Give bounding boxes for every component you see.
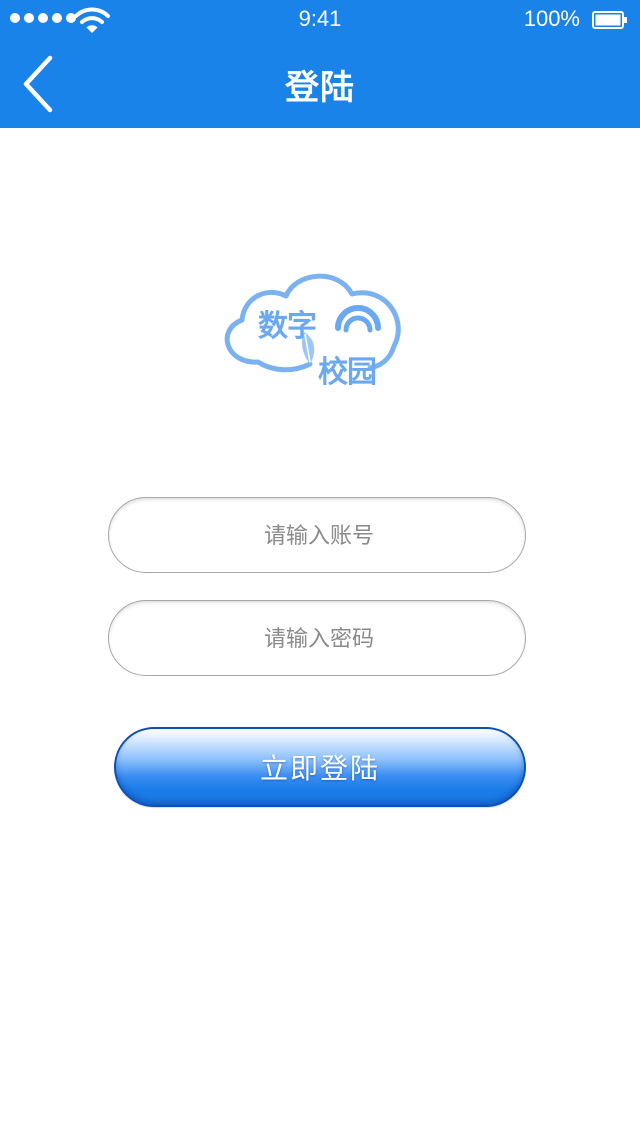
logo-text-line1: 数字	[258, 309, 317, 344]
battery-icon	[592, 11, 627, 29]
account-input[interactable]	[109, 498, 529, 574]
top-bar: 9:41 100% 登陆	[0, 0, 640, 128]
login-button[interactable]: 立即登陆	[114, 727, 526, 807]
app-logo: 数字 校园	[214, 268, 404, 396]
logo-text-line2: 校园	[318, 355, 377, 390]
nav-bar: 登陆	[0, 40, 640, 128]
password-input[interactable]	[109, 601, 529, 677]
status-bar: 9:41 100%	[0, 0, 640, 40]
page-title: 登陆	[285, 68, 355, 108]
battery-percent: 100%	[523, 6, 580, 31]
account-field	[108, 497, 529, 574]
password-field	[108, 600, 529, 677]
login-screen: 9:41 100% 登陆 数字 校园 请输入账号 立即登陆	[0, 0, 640, 1136]
